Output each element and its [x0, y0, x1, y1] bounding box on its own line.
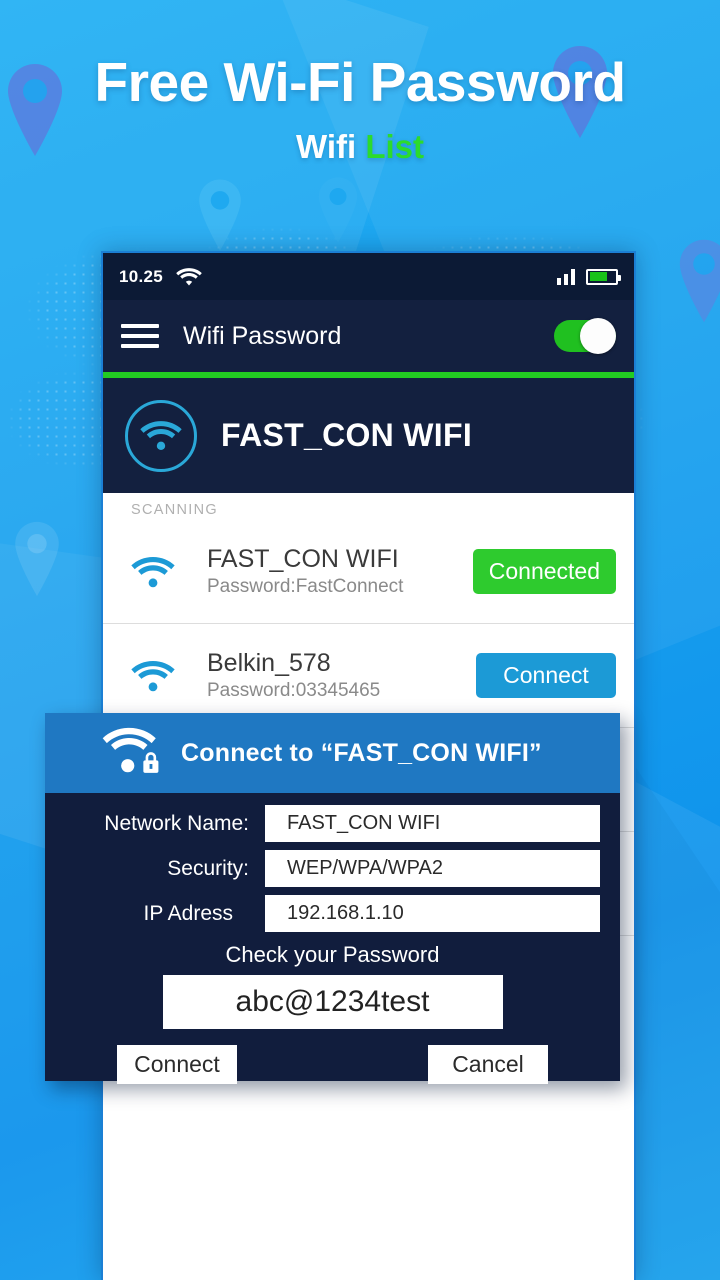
wifi-icon	[131, 659, 193, 693]
wifi-icon	[131, 555, 193, 589]
dialog-field-row: Network Name: FAST_CON WIFI	[65, 805, 600, 842]
password-label: Check your Password	[225, 942, 440, 967]
page-subtitle: Wifi List	[0, 128, 720, 166]
promo-banner: Free Wi-Fi Password Wifi List	[0, 0, 720, 166]
network-info: FAST_CON WIFI Password:FastConnect	[207, 545, 473, 599]
network-password: Password:03345465	[207, 680, 381, 702]
app-bar-title: Wifi Password	[183, 321, 342, 350]
field-label: Network Name:	[104, 811, 249, 835]
wifi-lock-icon	[101, 725, 169, 782]
field-label: Security:	[167, 856, 249, 880]
map-pin-icon	[316, 176, 360, 244]
network-password: Password:FastConnect	[207, 576, 404, 598]
field-label: IP Adress	[143, 901, 234, 925]
connect-dialog: Connect to “FAST_CON WIFI” Network Name:…	[45, 713, 620, 1084]
status-bar-time: 10.25	[119, 266, 164, 286]
current-network-name: FAST_CON WIFI	[221, 417, 473, 453]
password-field[interactable]: abc@1234test	[162, 975, 503, 1029]
wifi-circle-icon	[125, 399, 197, 472]
dialog-header: Connect to “FAST_CON WIFI”	[45, 713, 620, 793]
status-bar-right	[556, 268, 621, 285]
status-badge-connected[interactable]: Connected	[472, 549, 616, 594]
dialog-actions: Connect Cancel	[65, 1029, 600, 1084]
wifi-toggle-switch[interactable]	[554, 318, 616, 354]
field-input[interactable]: WEP/WPA/WPA2	[265, 850, 600, 887]
current-network-banner: FAST_CON WIFI	[103, 378, 634, 493]
signal-bars-icon	[556, 268, 575, 285]
status-bar: 10.25	[103, 253, 634, 300]
map-pin-icon	[676, 238, 720, 324]
field-input[interactable]: 192.168.1.10	[265, 895, 600, 932]
map-pin-icon	[196, 178, 244, 252]
field-input[interactable]: FAST_CON WIFI	[265, 805, 600, 842]
dialog-fields-container: Network Name: FAST_CON WIFI Security: WEP/W…	[65, 805, 600, 932]
toggle-knob	[580, 318, 616, 354]
map-pin-icon	[12, 520, 62, 598]
dialog-cancel-button[interactable]: Cancel	[428, 1045, 548, 1084]
wifi-icon	[176, 267, 202, 287]
dialog-title: Connect to “FAST_CON WIFI”	[181, 738, 542, 767]
network-ssid: Belkin_578	[207, 648, 331, 677]
scanning-label: SCANNING	[131, 502, 218, 518]
connect-button[interactable]: Connect	[476, 653, 616, 698]
subtitle-highlight: List	[365, 128, 425, 165]
dialog-connect-button[interactable]: Connect	[117, 1045, 237, 1084]
app-promo-screen: Free Wi-Fi Password Wifi List 10.25 Wifi…	[0, 0, 720, 1280]
dialog-field-row: Security: WEP/WPA/WPA2	[65, 850, 600, 887]
app-bar: Wifi Password	[103, 300, 634, 372]
table-row[interactable]: FAST_CON WIFI Password:FastConnect Connect…	[103, 520, 634, 624]
dialog-body: Network Name: FAST_CON WIFI Security: WEP/W…	[45, 793, 620, 1084]
hamburger-menu-icon[interactable]	[121, 318, 159, 354]
battery-icon	[586, 268, 621, 285]
subtitle-main: Wifi	[295, 128, 357, 165]
dialog-field-row: IP Adress 192.168.1.10	[65, 895, 600, 932]
network-ssid: FAST_CON WIFI	[207, 544, 399, 573]
network-info: Belkin_578 Password:03345465	[207, 649, 476, 703]
page-title: Free Wi-Fi Password	[94, 51, 626, 113]
